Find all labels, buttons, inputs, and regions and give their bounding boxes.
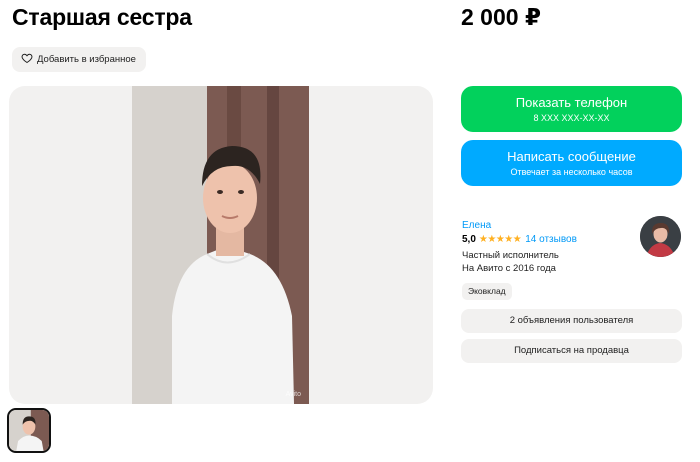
seller-rating: 5,0 ★★★★★ 14 отзывов (462, 234, 577, 245)
send-message-button[interactable]: Написать сообщение Отвечает за несколько… (461, 140, 682, 186)
user-ads-button[interactable]: 2 объявления пользователя (461, 309, 682, 333)
main-photo[interactable]: Avito (132, 86, 309, 404)
photo-watermark: Avito (285, 391, 301, 398)
subscribe-seller-button[interactable]: Подписаться на продавца (461, 339, 682, 363)
listing-title: Старшая сестра (12, 4, 192, 30)
seller-name-link[interactable]: Елена (462, 220, 491, 231)
response-time: Отвечает за несколько часов (510, 167, 633, 177)
show-phone-button[interactable]: Показать телефон 8 XXX XXX-XX-XX (461, 86, 682, 132)
phone-mask: 8 XXX XXX-XX-XX (533, 113, 610, 123)
photo-gallery[interactable]: Avito (9, 86, 433, 404)
reviews-link[interactable]: 14 отзывов (525, 234, 577, 245)
rating-value: 5,0 (462, 234, 476, 245)
photo-thumbnail[interactable] (7, 408, 51, 453)
listing-price: 2 000 ₽ (461, 4, 541, 30)
seller-avatar[interactable] (640, 216, 681, 257)
send-message-label: Написать сообщение (507, 149, 636, 164)
add-to-favorites-label: Добавить в избранное (37, 54, 136, 65)
show-phone-label: Показать телефон (515, 95, 628, 110)
heart-icon (21, 52, 33, 67)
seller-since: На Авито с 2016 года (462, 263, 556, 274)
seller-tag[interactable]: Эковклад (462, 283, 512, 300)
add-to-favorites-button[interactable]: Добавить в избранное (12, 47, 146, 72)
star-icon: ★★★★★ (478, 234, 522, 245)
seller-type: Частный исполнитель (462, 250, 559, 261)
